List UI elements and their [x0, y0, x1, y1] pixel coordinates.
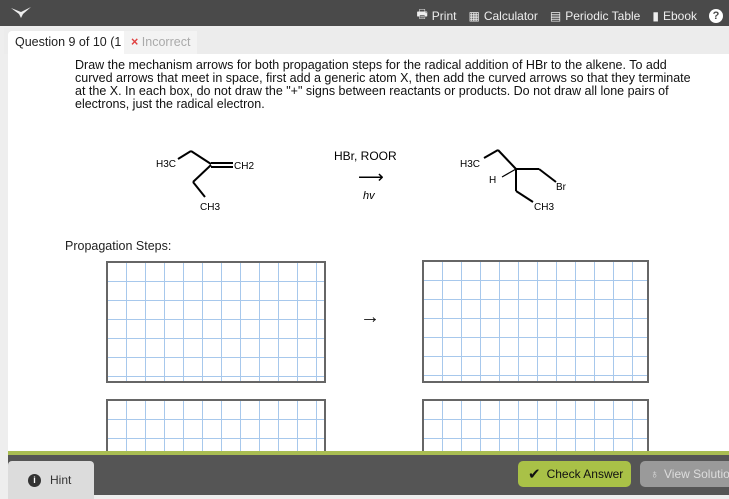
periodic-table-icon: ▤ — [549, 8, 562, 23]
logo-icon — [11, 7, 31, 18]
reaction-scheme: H3C CH2 CH3 HBr, ROOR ⟶ hv H3C H Br CH3 — [156, 149, 567, 213]
tab-row: Question 9 of 10 (1 point) × Incorrect — [4, 28, 729, 55]
question-text: Draw the mechanism arrows for both propa… — [75, 58, 691, 111]
lightbulb-icon: ♁ — [650, 467, 659, 481]
product-h: H — [489, 175, 496, 186]
product-ch3: CH3 — [534, 202, 554, 213]
bottom-bar: iHint ✔Check Answer ♁View Solution — [8, 451, 729, 499]
condition-label: hv — [363, 190, 376, 202]
step1-reactants-canvas[interactable] — [106, 261, 326, 383]
propagation-steps-label: Propagation Steps: — [65, 239, 172, 253]
calculator-button[interactable]: ▦ Calculator — [468, 9, 537, 23]
reaction-arrow: ⟶ — [358, 167, 384, 187]
reactant-h3c: H3C — [156, 159, 176, 170]
top-toolbar: 🖶 Print ▦ Calculator ▤ Periodic Table ▮ Eboo… — [0, 0, 729, 26]
step2-products-canvas[interactable] — [422, 399, 649, 451]
periodic-table-button[interactable]: ▤ Periodic Table — [550, 9, 641, 23]
reagent-label: HBr, ROOR — [334, 149, 397, 163]
step2-reactants-canvas[interactable] — [106, 399, 326, 451]
ebook-button[interactable]: ▮ Ebook — [652, 9, 697, 23]
product-h3c: H3C — [460, 159, 480, 170]
help-icon[interactable]: ? — [709, 8, 723, 23]
checkmark-icon: ✔ — [528, 466, 541, 483]
reactant-structure — [177, 150, 233, 198]
info-icon: i — [28, 473, 41, 487]
check-answer-button[interactable]: ✔ Check Answer — [518, 461, 631, 487]
tab-status[interactable]: × Incorrect — [124, 31, 198, 55]
reactant-ch2: CH2 — [234, 161, 254, 172]
x-icon: × — [131, 35, 139, 49]
print-button[interactable]: 🖶 Print — [416, 5, 456, 26]
question-content: Draw the mechanism arrows for both propa… — [8, 54, 729, 451]
calculator-icon: ▦ — [468, 8, 480, 23]
product-br: Br — [556, 182, 567, 193]
step1-products-canvas[interactable] — [422, 260, 649, 383]
view-solution-button[interactable]: ♁View Solution — [640, 461, 729, 487]
step1-arrow: → — [360, 306, 380, 328]
printer-icon: 🖶 — [416, 7, 428, 21]
book-icon: ▮ — [652, 8, 659, 23]
hint-button[interactable]: i Hint — [8, 461, 94, 499]
reactant-ch3: CH3 — [200, 202, 220, 213]
